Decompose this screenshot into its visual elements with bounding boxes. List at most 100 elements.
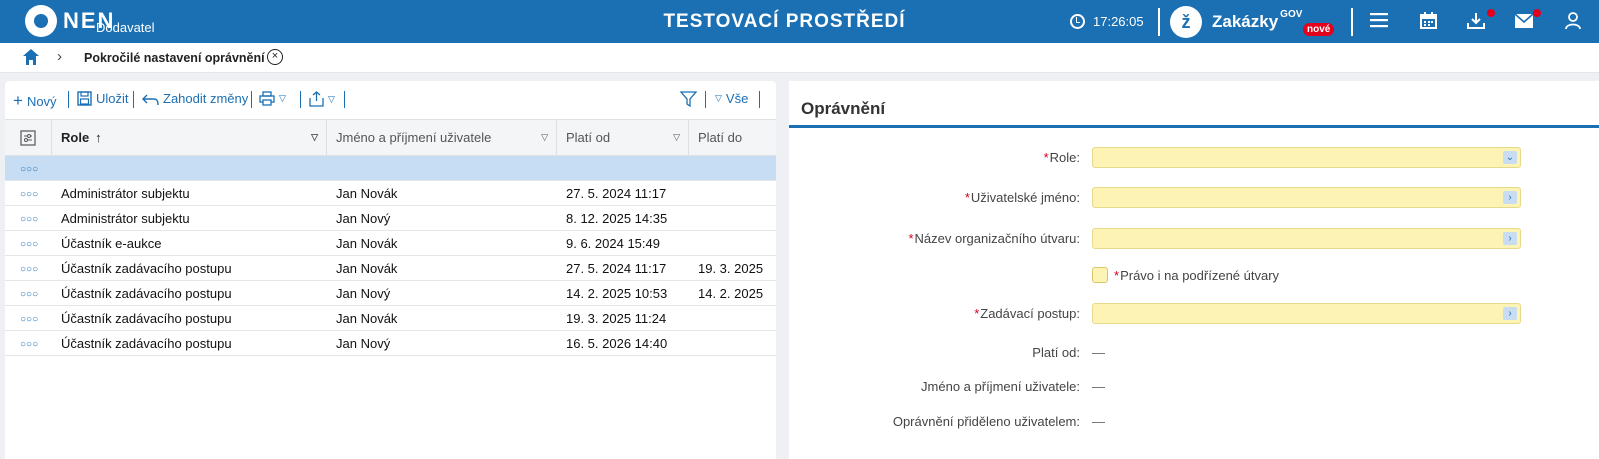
column-header-user[interactable]: Jméno a příjmení uživatele ▽ bbox=[327, 120, 557, 155]
toolbar-divider bbox=[344, 91, 345, 108]
grid-header: Role ↑ ▽ Jméno a příjmení uživatele ▽ Pl… bbox=[5, 119, 776, 156]
chevron-right-icon[interactable]: › bbox=[1503, 307, 1517, 320]
column-filter-icon[interactable]: ▽ bbox=[311, 132, 318, 143]
row-actions-icon[interactable]: ○○○ bbox=[20, 289, 38, 300]
user-name-row: Jméno a příjmení uživatele: — bbox=[789, 376, 1599, 400]
toolbar-divider bbox=[251, 91, 252, 108]
table-row[interactable]: ○○○ Účastník e-aukce Jan Novák 9. 6. 202… bbox=[5, 231, 776, 256]
user-name-value: — bbox=[1092, 379, 1105, 394]
cell-valid-to bbox=[689, 181, 698, 205]
table-row[interactable]: ○○○ Účastník zadávacího postupu Jan Nová… bbox=[5, 256, 776, 281]
column-header-valid-to[interactable]: Platí do bbox=[689, 120, 776, 155]
toolbar-divider bbox=[300, 91, 301, 108]
cell-role: Účastník zadávacího postupu bbox=[61, 260, 232, 276]
view-filter-label: Vše bbox=[725, 91, 749, 106]
cell-valid-to bbox=[689, 231, 698, 255]
notification-dot bbox=[1487, 9, 1495, 17]
cell-valid-to bbox=[689, 306, 698, 330]
table-row[interactable]: ○○○ Administrátor subjektu Jan Nový 8. 1… bbox=[5, 206, 776, 231]
assigned-by-label: Oprávnění přiděleno uživatelem: bbox=[892, 414, 1080, 429]
sub-units-row: *Právo i na podřízené útvary bbox=[789, 267, 1599, 291]
row-actions-icon[interactable]: ○○○ bbox=[20, 314, 38, 325]
column-header-valid-from[interactable]: Platí od ▽ bbox=[557, 120, 689, 155]
cell-valid-to bbox=[689, 156, 698, 180]
role-select[interactable]: ⌄ bbox=[1092, 147, 1521, 168]
cell-user: Jan Novák bbox=[336, 260, 398, 276]
chevron-right-icon[interactable]: › bbox=[1503, 232, 1517, 245]
save-button[interactable]: Uložit bbox=[77, 91, 129, 106]
procedure-field[interactable]: › bbox=[1092, 303, 1521, 324]
home-icon[interactable] bbox=[22, 48, 40, 66]
cell-valid-from: 14. 2. 2025 10:53 bbox=[566, 285, 668, 301]
cell-role bbox=[52, 156, 61, 180]
discard-changes-button[interactable]: Zahodit změny bbox=[142, 91, 248, 106]
column-settings-button[interactable] bbox=[5, 120, 52, 155]
username-field[interactable]: › bbox=[1092, 187, 1521, 208]
cell-valid-from: 27. 5. 2024 11:17 bbox=[566, 185, 667, 201]
row-actions-icon[interactable]: ○○○ bbox=[20, 189, 38, 200]
zakazky-logo-icon: ž bbox=[1170, 6, 1202, 38]
toolbar-divider bbox=[68, 91, 69, 108]
filter-icon bbox=[680, 91, 697, 107]
header-divider bbox=[1351, 8, 1353, 36]
table-row[interactable]: ○○○ Účastník zadávacího postupu Jan Nový… bbox=[5, 331, 776, 356]
cell-valid-from: 9. 6. 2024 15:49 bbox=[566, 235, 660, 251]
table-row[interactable]: ○○○ bbox=[5, 156, 776, 181]
sub-units-checkbox[interactable] bbox=[1092, 267, 1108, 283]
save-icon bbox=[77, 91, 92, 106]
zakazky-gov: GOV bbox=[1280, 8, 1303, 20]
chevron-down-icon[interactable]: ⌄ bbox=[1503, 151, 1517, 164]
column-filter-icon[interactable]: ▽ bbox=[673, 132, 680, 143]
mail-icon[interactable] bbox=[1514, 12, 1534, 32]
column-label: Jméno a příjmení uživatele bbox=[336, 130, 492, 145]
cell-user: Jan Novák bbox=[336, 310, 398, 326]
cell-role: Administrátor subjektu bbox=[61, 210, 190, 226]
calendar-icon[interactable] bbox=[1418, 12, 1438, 32]
notification-dot bbox=[1533, 9, 1541, 17]
table-row[interactable]: ○○○ Účastník zadávacího postupu Jan Nový… bbox=[5, 281, 776, 306]
cell-valid-from: 16. 5. 2026 14:40 bbox=[566, 335, 668, 351]
cell-user: Jan Nový bbox=[336, 285, 391, 301]
table-row[interactable]: ○○○ Účastník zadávacího postupu Jan Nová… bbox=[5, 306, 776, 331]
zakazky-link[interactable]: ž Zakázky GOV nové bbox=[1170, 6, 1335, 38]
chevron-right-icon[interactable]: › bbox=[1503, 191, 1517, 204]
valid-from-label: Platí od: bbox=[1032, 345, 1080, 360]
close-icon[interactable]: × bbox=[267, 49, 283, 65]
column-header-role[interactable]: Role ↑ ▽ bbox=[52, 120, 327, 155]
row-actions-icon[interactable]: ○○○ bbox=[20, 264, 38, 275]
assigned-by-value: — bbox=[1092, 414, 1105, 429]
toolbar-divider bbox=[133, 91, 134, 108]
cell-role: Administrátor subjektu bbox=[61, 185, 190, 201]
table-row[interactable]: ○○○ Administrátor subjektu Jan Novák 27.… bbox=[5, 181, 776, 206]
row-actions-icon[interactable]: ○○○ bbox=[20, 164, 38, 175]
print-button[interactable]: ▽ bbox=[259, 91, 286, 106]
cell-valid-to bbox=[689, 331, 698, 355]
toolbar-divider bbox=[759, 91, 760, 108]
username-row: *Uživatelské jméno: › bbox=[789, 187, 1599, 211]
filter-button[interactable] bbox=[680, 91, 697, 107]
toolbar-divider bbox=[705, 91, 706, 108]
procedure-row: *Zadávací postup: › bbox=[789, 303, 1599, 327]
row-actions-icon[interactable]: ○○○ bbox=[20, 339, 38, 350]
cell-role: Účastník zadávacího postupu bbox=[61, 285, 232, 301]
breadcrumb: › Pokročilé nastavení oprávnění × bbox=[0, 43, 1599, 73]
environment-title: TESTOVACÍ PROSTŘEDÍ bbox=[663, 11, 906, 32]
cell-user: Jan Novák bbox=[336, 185, 398, 201]
column-filter-icon[interactable]: ▽ bbox=[541, 132, 548, 143]
grid-toolbar: + Nový Uložit Zahodit změny ▽ ▽ ▽ Vše bbox=[5, 81, 776, 119]
org-unit-field[interactable]: › bbox=[1092, 228, 1521, 249]
cell-user: Jan Novák bbox=[336, 235, 398, 251]
row-actions-icon[interactable]: ○○○ bbox=[20, 239, 38, 250]
row-actions-icon[interactable]: ○○○ bbox=[20, 214, 38, 225]
sort-ascending-icon: ↑ bbox=[95, 130, 102, 145]
menu-icon[interactable] bbox=[1369, 12, 1389, 32]
user-icon[interactable] bbox=[1563, 12, 1583, 32]
download-icon[interactable] bbox=[1466, 12, 1486, 32]
cell-valid-from: 27. 5. 2024 11:17 bbox=[566, 260, 667, 276]
view-filter-all[interactable]: ▽ Vše bbox=[715, 91, 748, 106]
dropdown-arrow-icon: ▽ bbox=[328, 93, 335, 104]
new-button[interactable]: + Nový bbox=[13, 91, 57, 111]
undo-icon bbox=[142, 94, 159, 105]
zakazky-label: Zakázky bbox=[1212, 12, 1279, 31]
export-button[interactable]: ▽ bbox=[309, 91, 335, 107]
